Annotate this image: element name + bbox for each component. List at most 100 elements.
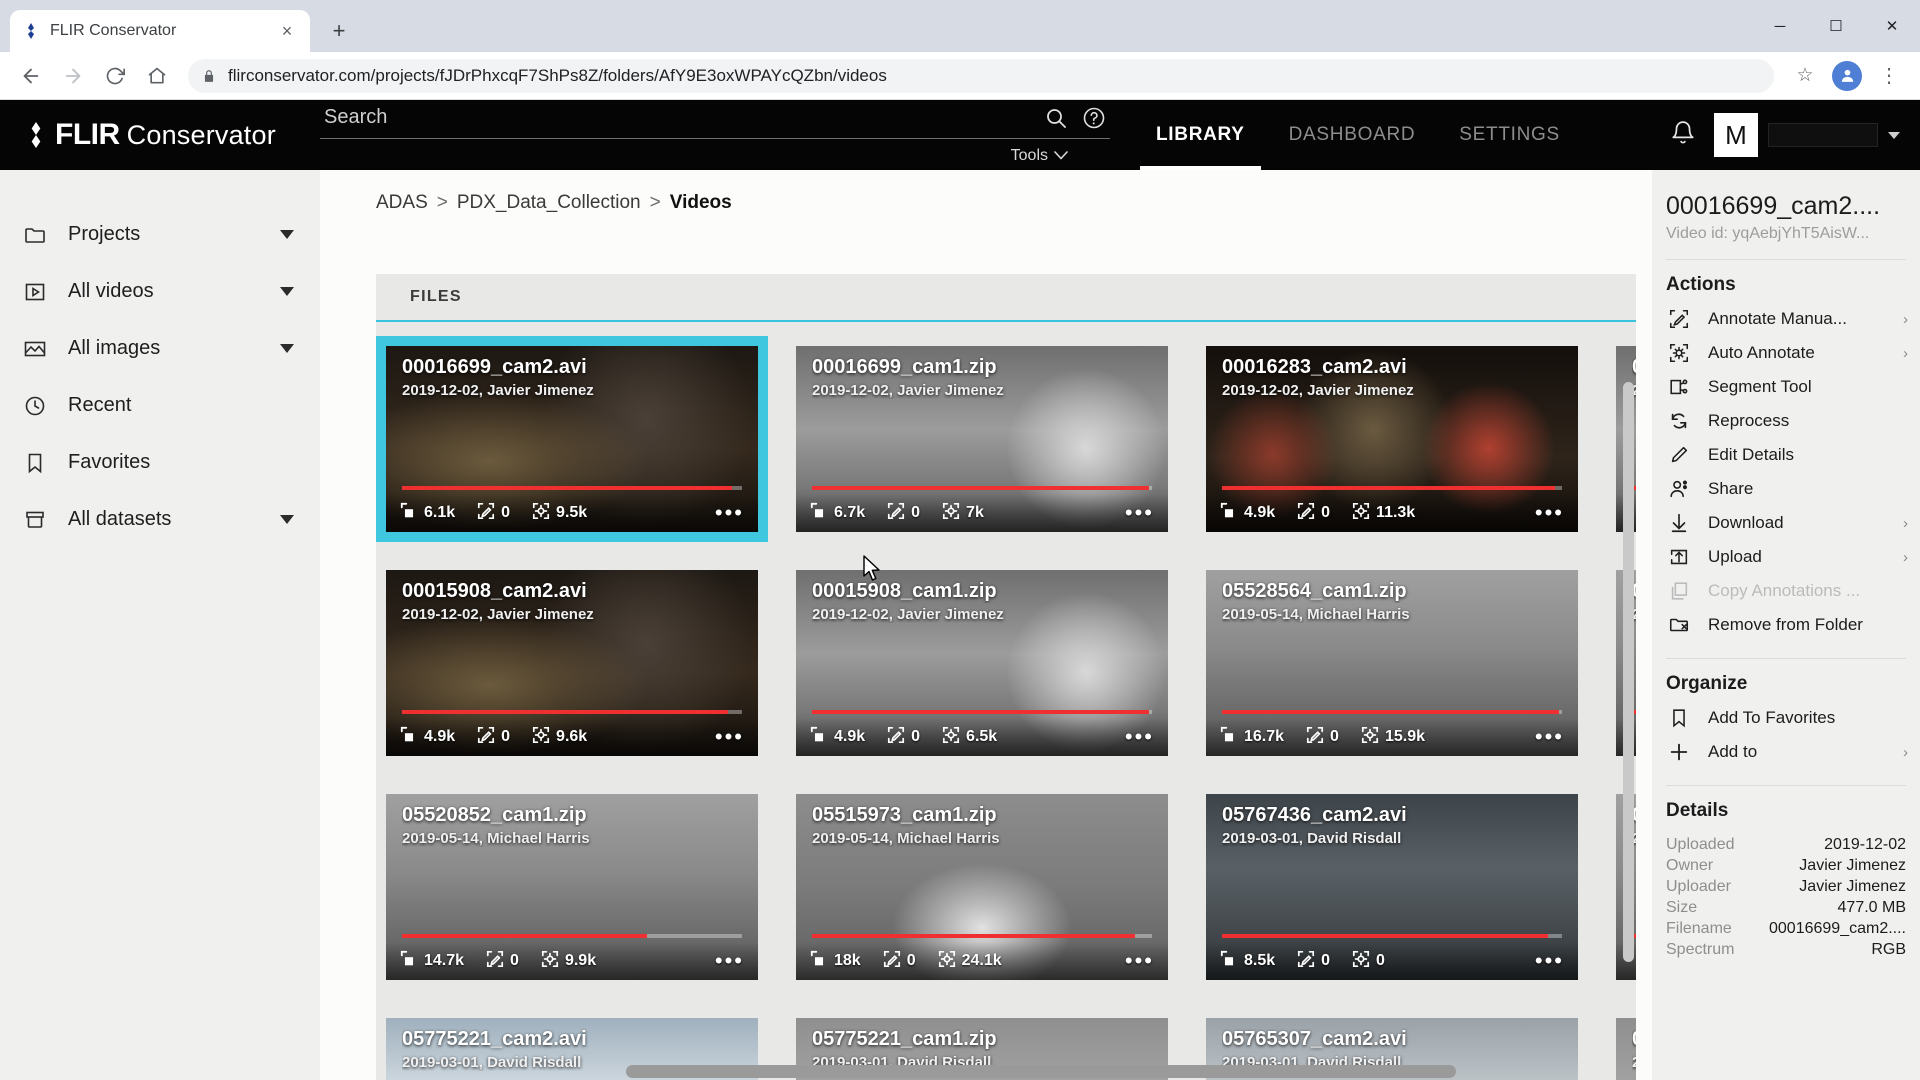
file-card-footer: 4.9k 0 11.3k ••• — [1206, 494, 1578, 532]
chevron-down-icon[interactable] — [280, 344, 294, 353]
search-input[interactable] — [324, 106, 1030, 129]
action-item-upload[interactable]: Upload › — [1652, 540, 1920, 574]
action-item-download[interactable]: Download › — [1652, 506, 1920, 540]
bookmark-star-icon[interactable]: ☆ — [1786, 57, 1824, 95]
chevron-down-icon[interactable] — [280, 287, 294, 296]
processing-progress-fill — [1222, 934, 1549, 938]
file-card-footer: 6.1k 0 9.5k ••• — [386, 494, 758, 532]
file-card[interactable]: 05767436_cam2.avi 2019-03-01, David Risd… — [1196, 784, 1588, 990]
action-item-remove-from-folder[interactable]: Remove from Folder — [1652, 608, 1920, 642]
forward-icon[interactable] — [54, 57, 92, 95]
action-item-annotate-manua[interactable]: Annotate Manua... › — [1652, 302, 1920, 336]
horizontal-scrollbar-thumb[interactable] — [626, 1065, 1456, 1078]
chevron-down-icon[interactable] — [280, 230, 294, 239]
reload-icon[interactable] — [96, 57, 134, 95]
file-card-more-button[interactable]: ••• — [715, 502, 744, 524]
nav-item-dashboard[interactable]: DASHBOARD — [1267, 100, 1438, 170]
action-item-add-to[interactable]: Add to › — [1652, 735, 1920, 769]
processing-progress-fill — [402, 934, 647, 938]
app-logo[interactable]: FLIR Conservator — [0, 118, 320, 152]
file-card[interactable]: 00016699_cam2.avi 2019-12-02, Javier Jim… — [376, 336, 768, 542]
file-card-more-button[interactable]: ••• — [1535, 502, 1564, 524]
sidebar-item-recent[interactable]: Recent — [0, 377, 320, 434]
processing-progress-track — [1222, 710, 1562, 714]
processing-progress-track — [402, 934, 742, 938]
search-icon[interactable] — [1044, 106, 1068, 130]
action-item-add-to-favorites[interactable]: Add To Favorites — [1652, 701, 1920, 735]
action-item-reprocess[interactable]: Reprocess — [1652, 404, 1920, 438]
file-card[interactable]: 00015908_cam1.zip 2019-12-02, Javier Jim… — [786, 560, 1178, 766]
window-close-button[interactable]: ✕ — [1864, 0, 1920, 52]
chrome-menu-icon[interactable]: ⋮ — [1870, 57, 1908, 95]
close-icon[interactable]: × — [276, 20, 298, 42]
annotations-icon — [887, 502, 905, 525]
address-bar[interactable]: flirconservator.com/projects/fJDrPhxcqF7… — [188, 58, 1774, 93]
sidebar-item-all-datasets[interactable]: All datasets — [0, 491, 320, 548]
stat-detections: 9.9k — [541, 950, 596, 973]
stat-detections: 9.5k — [532, 502, 587, 525]
files-panel: FILES 00016699_cam2.avi 2019-12-02, Javi… — [376, 274, 1636, 1080]
user-menu[interactable]: M — [1714, 113, 1900, 157]
action-item-label: Annotate Manua... — [1708, 309, 1847, 328]
chevron-right-icon: › — [1903, 743, 1908, 761]
file-card-more-button[interactable]: ••• — [1535, 950, 1564, 972]
notifications-bell-icon[interactable] — [1670, 120, 1696, 151]
action-item-segment-tool[interactable]: Segment Tool — [1652, 370, 1920, 404]
file-card[interactable]: 00015908_cam2.avi 2019-12-02, Javier Jim… — [376, 560, 768, 766]
file-card-footer: 16.7k 0 15.9k ••• — [1206, 718, 1578, 756]
browser-tab[interactable]: FLIR Conservator × — [10, 10, 310, 52]
details-panel-video-id: Video id: yqAebjYhT5AisW... — [1666, 225, 1870, 242]
processing-progress-fill — [402, 486, 732, 490]
file-card[interactable]: 05515973_cam1.zip 2019-05-14, Michael Ha… — [786, 784, 1178, 990]
file-card-meta: 2019-12-02, Javier Jimenez — [812, 606, 1004, 623]
help-icon[interactable] — [1082, 106, 1106, 130]
stat-detections-value: 7k — [966, 504, 984, 521]
file-card-meta: 2019-12-02, Javier Jimenez — [812, 382, 1004, 399]
file-card-more-button[interactable]: ••• — [715, 726, 744, 748]
action-item-auto-annotate[interactable]: Auto Annotate › — [1652, 336, 1920, 370]
detections-icon — [942, 726, 960, 749]
tools-label: Tools — [1010, 146, 1048, 164]
file-card-inner: 00015908_cam1.zip 2019-12-02, Javier Jim… — [796, 570, 1168, 756]
breadcrumb-item-pdx-data-collection[interactable]: PDX_Data_Collection — [457, 192, 641, 214]
action-item-edit-details[interactable]: Edit Details — [1652, 438, 1920, 472]
file-card-footer: 18k 0 24.1k ••• — [796, 942, 1168, 980]
file-card-more-button[interactable]: ••• — [1125, 502, 1154, 524]
action-item-share[interactable]: Share — [1652, 472, 1920, 506]
nav-item-library[interactable]: LIBRARY — [1134, 100, 1267, 170]
sidebar: Projects All videos All images Recent Fa… — [0, 170, 320, 1080]
horizontal-scrollbar[interactable] — [376, 1065, 1636, 1078]
file-card-more-button[interactable]: ••• — [715, 950, 744, 972]
window-minimize-button[interactable]: ─ — [1752, 0, 1808, 52]
vertical-scrollbar[interactable] — [1623, 382, 1634, 962]
sidebar-item-projects[interactable]: Projects — [0, 206, 320, 263]
back-icon[interactable] — [12, 57, 50, 95]
file-card[interactable]: 05528564_cam1.zip 2019-05-14, Michael Ha… — [1196, 560, 1588, 766]
tools-dropdown[interactable]: Tools — [1011, 147, 1068, 165]
sidebar-item-all-videos[interactable]: All videos — [0, 263, 320, 320]
sidebar-item-all-images[interactable]: All images — [0, 320, 320, 377]
file-card[interactable]: 00016283_cam2.avi 2019-12-02, Javier Jim… — [1196, 336, 1588, 542]
window-maximize-button[interactable]: ☐ — [1808, 0, 1864, 52]
stat-annotations-value: 0 — [1330, 728, 1339, 745]
chevron-down-icon[interactable] — [280, 515, 294, 524]
file-card-more-button[interactable]: ••• — [1535, 726, 1564, 748]
file-card-more-button[interactable]: ••• — [1125, 950, 1154, 972]
file-card[interactable]: 00016699_cam1.zip 2019-12-02, Javier Jim… — [786, 336, 1178, 542]
breadcrumb-item-adas[interactable]: ADAS — [376, 192, 428, 214]
annotations-icon — [1297, 502, 1315, 525]
home-icon[interactable] — [138, 57, 176, 95]
nav-item-settings[interactable]: SETTINGS — [1437, 100, 1582, 170]
file-card-title: 05528564_cam1.zip — [1222, 580, 1407, 602]
stat-detections: 11.3k — [1352, 502, 1415, 525]
processing-progress-fill — [1222, 486, 1556, 490]
file-card[interactable]: 05520852_cam1.zip 2019-05-14, Michael Ha… — [376, 784, 768, 990]
files-grid-scroll-area[interactable]: 00016699_cam2.avi 2019-12-02, Javier Jim… — [376, 322, 1636, 1080]
annotations-icon — [883, 950, 901, 973]
chrome-profile-avatar[interactable] — [1832, 60, 1862, 91]
new-tab-button[interactable]: + — [322, 14, 356, 48]
file-card-more-button[interactable]: ••• — [1125, 726, 1154, 748]
sidebar-item-favorites[interactable]: Favorites — [0, 434, 320, 491]
stat-annotations: 0 — [883, 950, 916, 973]
browser-tab-bar: FLIR Conservator × + ─ ☐ ✕ — [0, 0, 1920, 52]
